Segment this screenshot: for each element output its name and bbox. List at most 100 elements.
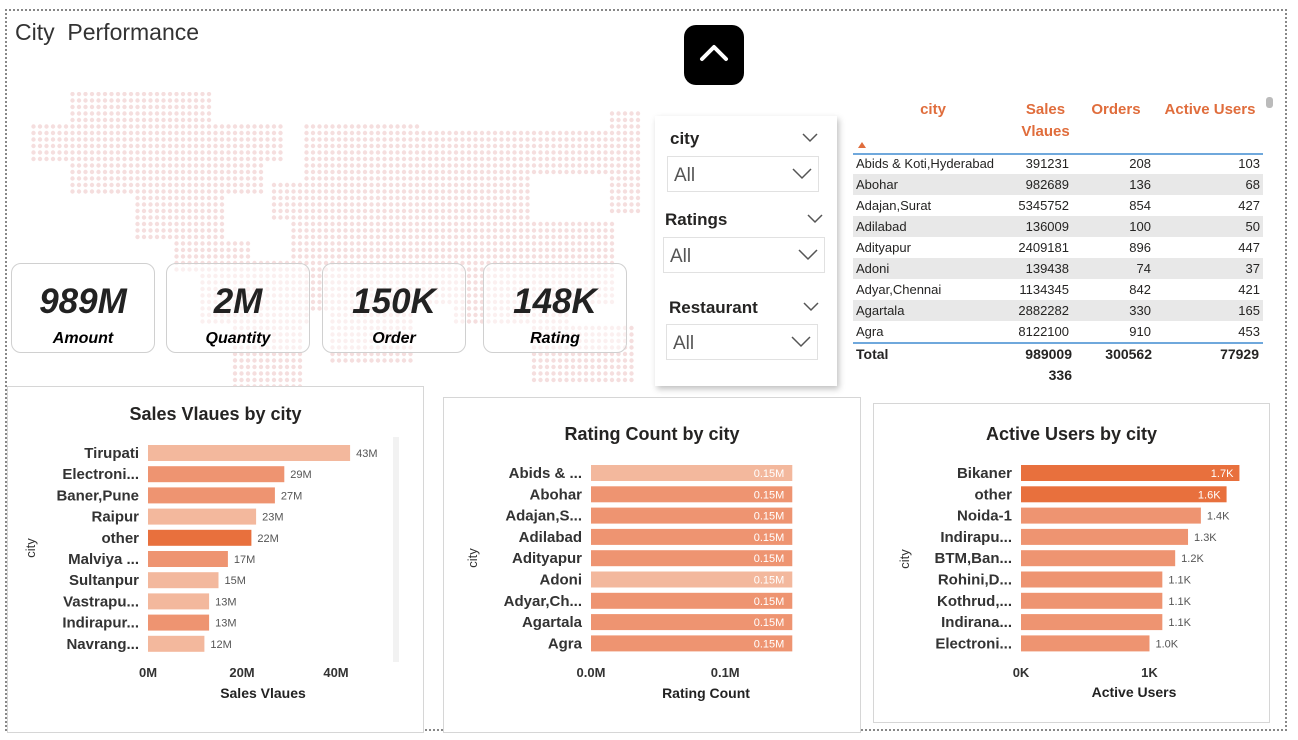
category-label: Adoni [540,572,583,589]
cell-orders: 330 [1129,303,1151,318]
x-axis-label: Sales Vlaues [220,685,306,701]
chart-scrollbar[interactable] [393,437,399,662]
category-label: Adityapur [512,550,582,567]
bar[interactable] [148,572,219,589]
restaurant-dropdown[interactable]: All [666,324,818,360]
cell-active-users: 165 [1238,303,1260,318]
cell-sales: 139438 [1025,261,1069,276]
data-label: 0.15M [754,468,785,480]
bar[interactable] [148,445,351,461]
kpi-label: Rating [530,330,580,347]
category-label: Bikaner [957,465,1012,482]
cell-orders: 74 [1136,261,1151,276]
data-label: 1.1K [1168,617,1191,629]
category-label: Abids & ... [509,465,582,482]
bar[interactable] [1021,486,1227,503]
bar[interactable] [148,466,285,483]
cell-city: Adilabad [856,219,907,234]
data-label: 13M [215,596,236,608]
y-axis-label: city [465,548,480,568]
table-row[interactable]: Adoni 139438 74 37 [853,258,1263,279]
kpi-card-rating: 148K Rating [483,263,627,353]
data-label: 0.15M [754,532,785,544]
cell-sales: 8122100 [1018,324,1069,339]
data-label: 0.15M [754,575,785,587]
cell-city: Agra [856,324,884,339]
cell-active-users: 421 [1238,282,1260,297]
bar[interactable] [148,508,257,525]
page-title: City Performance [15,19,200,45]
category-label: Adajan,S... [505,508,582,525]
data-label: 0.15M [754,511,785,523]
kpi-label: Quantity [205,330,271,347]
chevron-down-icon[interactable] [802,133,818,143]
chevron-down-icon [792,168,812,180]
bar[interactable] [1021,465,1240,481]
bar[interactable] [1021,635,1150,652]
column-header-active-users[interactable]: Active Users [1160,99,1260,121]
data-label: 17M [234,554,255,566]
cell-active-users: 50 [1245,219,1260,234]
table-row[interactable]: Abohar 982689 136 68 [853,174,1263,195]
bar[interactable] [148,593,210,610]
table-scrollbar[interactable] [1266,97,1273,108]
category-label: Noida-1 [957,508,1012,525]
data-label: 0.15M [754,638,785,650]
data-label: 15M [225,575,246,587]
category-label: Vastrapu... [63,593,139,610]
table-row[interactable]: Abids & Koti,Hyderabad 391231 208 103 [853,153,1263,174]
data-label: 1.3K [1194,532,1217,544]
cell-active-users: 103 [1238,156,1260,171]
cell-orders: 910 [1129,324,1151,339]
category-label: Sultanpur [69,572,139,589]
kpi-value: 148K [513,282,597,321]
cell-orders: 208 [1129,156,1151,171]
data-label: 1.4K [1207,511,1230,523]
bar[interactable] [1021,528,1189,545]
bar[interactable] [1021,592,1163,609]
chevron-down-icon[interactable] [803,302,819,312]
data-label: 0.15M [754,617,785,629]
table-row[interactable]: Agra 8122100 910 453 [853,321,1263,342]
slicer-title-restaurant: Restaurant [669,298,758,317]
table-row[interactable]: Adilabad 136009 100 50 [853,216,1263,237]
column-header-sales[interactable]: Sales Vlaues [1008,99,1083,143]
total-label: Total [856,346,889,362]
table-row[interactable]: Adyar,Chennai 1134345 842 421 [853,279,1263,300]
bar[interactable] [1021,507,1201,524]
kpi-card-amount: 989M Amount [11,263,155,353]
cell-orders: 896 [1129,240,1151,255]
bar[interactable] [148,614,210,631]
x-axis-label: Rating Count [662,685,750,701]
city-table: city Sales Vlaues Orders Active Users Ab… [848,95,1273,387]
bar[interactable] [148,635,205,652]
data-label: 1.6K [1198,489,1221,501]
city-dropdown[interactable]: All [667,156,819,192]
data-label: 29M [290,469,311,481]
table-row[interactable]: Adityapur 2409181 896 447 [853,237,1263,258]
chevron-down-icon[interactable] [807,214,823,224]
bar[interactable] [148,487,275,504]
scroll-up-button[interactable] [684,25,744,85]
ratings-dropdown[interactable]: All [663,237,825,273]
category-label: Kothrud,... [937,593,1012,610]
column-header-city[interactable]: city [893,99,973,121]
total-active-users: 77929 [1220,346,1259,362]
column-header-orders[interactable]: Orders [1086,99,1146,121]
bar[interactable] [148,529,252,546]
table-row[interactable]: Adajan,Surat 5345752 854 427 [853,195,1263,216]
data-label: 12M [210,639,231,651]
data-label: 27M [281,490,302,502]
cell-active-users: 427 [1238,198,1260,213]
category-label: Adilabad [519,529,582,546]
category-label: other [975,486,1013,503]
bar[interactable] [1021,550,1176,567]
bar[interactable] [1021,571,1163,588]
cell-sales: 2882282 [1018,303,1069,318]
cell-city: Abids & Koti,Hyderabad [856,156,995,171]
bar[interactable] [1021,614,1163,631]
cell-active-users: 453 [1238,324,1260,339]
bar[interactable] [148,551,228,567]
table-row[interactable]: Agartala 2882282 330 165 [853,300,1263,321]
data-label: 23M [262,512,283,524]
